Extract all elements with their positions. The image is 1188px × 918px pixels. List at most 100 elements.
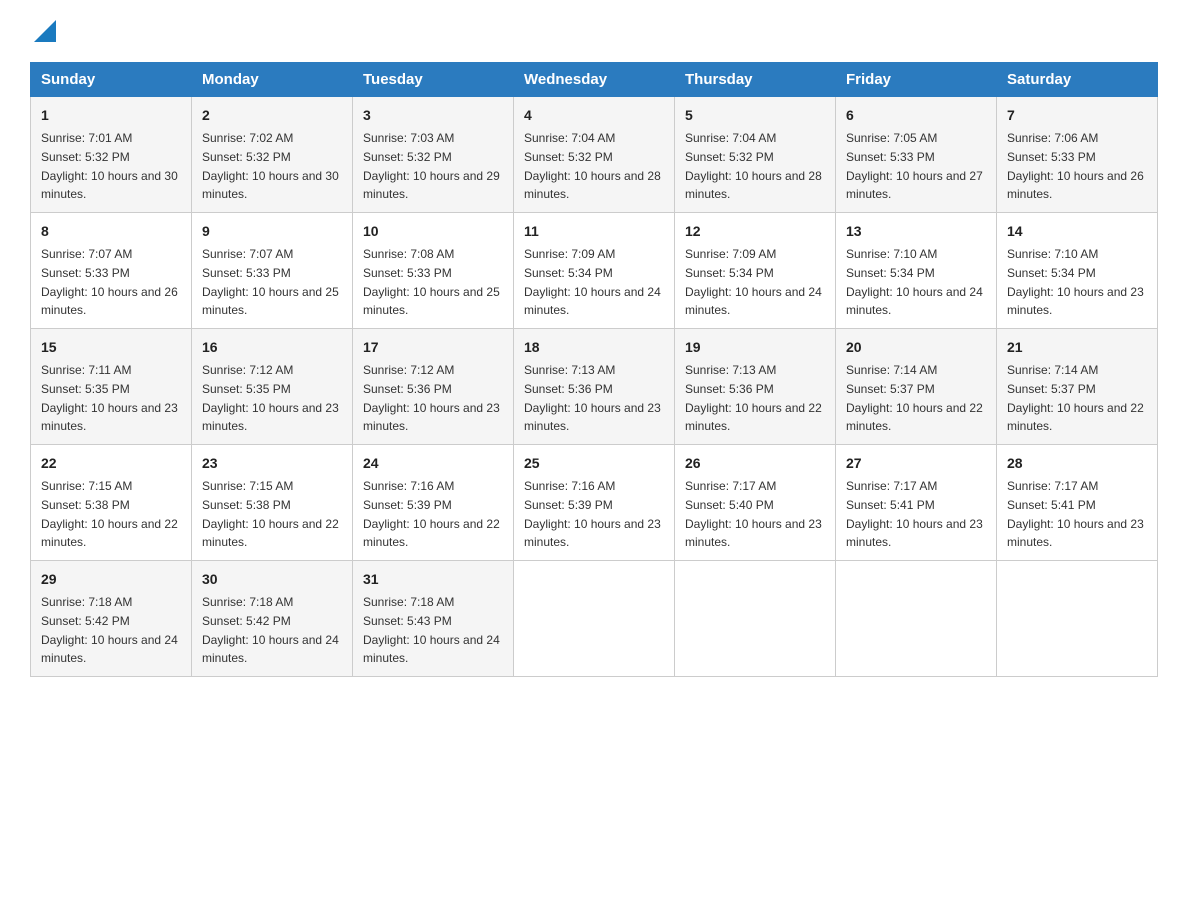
calendar-cell [675,561,836,677]
calendar-cell: 22 Sunrise: 7:15 AMSunset: 5:38 PMDaylig… [31,445,192,561]
day-header-friday: Friday [836,63,997,97]
day-info: Sunrise: 7:08 AMSunset: 5:33 PMDaylight:… [363,247,500,317]
day-number: 30 [202,569,342,590]
calendar-cell: 23 Sunrise: 7:15 AMSunset: 5:38 PMDaylig… [192,445,353,561]
calendar-cell: 4 Sunrise: 7:04 AMSunset: 5:32 PMDayligh… [514,97,675,213]
day-info: Sunrise: 7:18 AMSunset: 5:42 PMDaylight:… [41,595,178,665]
day-info: Sunrise: 7:10 AMSunset: 5:34 PMDaylight:… [1007,247,1144,317]
calendar-week-row: 29 Sunrise: 7:18 AMSunset: 5:42 PMDaylig… [31,561,1158,677]
calendar-cell: 27 Sunrise: 7:17 AMSunset: 5:41 PMDaylig… [836,445,997,561]
day-info: Sunrise: 7:01 AMSunset: 5:32 PMDaylight:… [41,131,178,201]
day-info: Sunrise: 7:09 AMSunset: 5:34 PMDaylight:… [524,247,661,317]
calendar-cell: 1 Sunrise: 7:01 AMSunset: 5:32 PMDayligh… [31,97,192,213]
calendar-week-row: 22 Sunrise: 7:15 AMSunset: 5:38 PMDaylig… [31,445,1158,561]
calendar-header-row: SundayMondayTuesdayWednesdayThursdayFrid… [31,63,1158,97]
page-header [30,20,1158,42]
day-number: 16 [202,337,342,358]
day-header-sunday: Sunday [31,63,192,97]
logo [30,20,60,42]
day-number: 14 [1007,221,1147,242]
calendar-cell: 7 Sunrise: 7:06 AMSunset: 5:33 PMDayligh… [997,97,1158,213]
calendar-week-row: 15 Sunrise: 7:11 AMSunset: 5:35 PMDaylig… [31,329,1158,445]
day-number: 11 [524,221,664,242]
day-info: Sunrise: 7:03 AMSunset: 5:32 PMDaylight:… [363,131,500,201]
day-info: Sunrise: 7:07 AMSunset: 5:33 PMDaylight:… [202,247,339,317]
day-info: Sunrise: 7:04 AMSunset: 5:32 PMDaylight:… [524,131,661,201]
calendar-cell: 5 Sunrise: 7:04 AMSunset: 5:32 PMDayligh… [675,97,836,213]
day-number: 24 [363,453,503,474]
calendar-table: SundayMondayTuesdayWednesdayThursdayFrid… [30,62,1158,677]
calendar-cell: 16 Sunrise: 7:12 AMSunset: 5:35 PMDaylig… [192,329,353,445]
calendar-cell: 10 Sunrise: 7:08 AMSunset: 5:33 PMDaylig… [353,213,514,329]
day-info: Sunrise: 7:13 AMSunset: 5:36 PMDaylight:… [685,363,822,433]
day-number: 7 [1007,105,1147,126]
day-info: Sunrise: 7:16 AMSunset: 5:39 PMDaylight:… [524,479,661,549]
calendar-cell [836,561,997,677]
day-number: 28 [1007,453,1147,474]
day-info: Sunrise: 7:09 AMSunset: 5:34 PMDaylight:… [685,247,822,317]
day-number: 5 [685,105,825,126]
day-number: 20 [846,337,986,358]
day-number: 2 [202,105,342,126]
day-number: 4 [524,105,664,126]
day-info: Sunrise: 7:07 AMSunset: 5:33 PMDaylight:… [41,247,178,317]
calendar-cell: 14 Sunrise: 7:10 AMSunset: 5:34 PMDaylig… [997,213,1158,329]
calendar-cell: 25 Sunrise: 7:16 AMSunset: 5:39 PMDaylig… [514,445,675,561]
day-info: Sunrise: 7:12 AMSunset: 5:36 PMDaylight:… [363,363,500,433]
day-header-thursday: Thursday [675,63,836,97]
day-header-saturday: Saturday [997,63,1158,97]
day-info: Sunrise: 7:10 AMSunset: 5:34 PMDaylight:… [846,247,983,317]
day-info: Sunrise: 7:02 AMSunset: 5:32 PMDaylight:… [202,131,339,201]
day-info: Sunrise: 7:15 AMSunset: 5:38 PMDaylight:… [202,479,339,549]
calendar-cell: 13 Sunrise: 7:10 AMSunset: 5:34 PMDaylig… [836,213,997,329]
day-number: 9 [202,221,342,242]
day-info: Sunrise: 7:17 AMSunset: 5:40 PMDaylight:… [685,479,822,549]
day-header-tuesday: Tuesday [353,63,514,97]
calendar-cell: 17 Sunrise: 7:12 AMSunset: 5:36 PMDaylig… [353,329,514,445]
day-info: Sunrise: 7:11 AMSunset: 5:35 PMDaylight:… [41,363,178,433]
day-info: Sunrise: 7:18 AMSunset: 5:43 PMDaylight:… [363,595,500,665]
calendar-cell: 26 Sunrise: 7:17 AMSunset: 5:40 PMDaylig… [675,445,836,561]
calendar-cell: 8 Sunrise: 7:07 AMSunset: 5:33 PMDayligh… [31,213,192,329]
day-number: 18 [524,337,664,358]
calendar-cell: 18 Sunrise: 7:13 AMSunset: 5:36 PMDaylig… [514,329,675,445]
calendar-cell: 29 Sunrise: 7:18 AMSunset: 5:42 PMDaylig… [31,561,192,677]
day-number: 29 [41,569,181,590]
day-info: Sunrise: 7:17 AMSunset: 5:41 PMDaylight:… [846,479,983,549]
calendar-cell: 30 Sunrise: 7:18 AMSunset: 5:42 PMDaylig… [192,561,353,677]
calendar-cell: 11 Sunrise: 7:09 AMSunset: 5:34 PMDaylig… [514,213,675,329]
calendar-week-row: 1 Sunrise: 7:01 AMSunset: 5:32 PMDayligh… [31,97,1158,213]
day-header-monday: Monday [192,63,353,97]
day-header-wednesday: Wednesday [514,63,675,97]
day-info: Sunrise: 7:17 AMSunset: 5:41 PMDaylight:… [1007,479,1144,549]
calendar-cell: 3 Sunrise: 7:03 AMSunset: 5:32 PMDayligh… [353,97,514,213]
calendar-cell: 19 Sunrise: 7:13 AMSunset: 5:36 PMDaylig… [675,329,836,445]
day-number: 25 [524,453,664,474]
calendar-cell: 31 Sunrise: 7:18 AMSunset: 5:43 PMDaylig… [353,561,514,677]
day-info: Sunrise: 7:06 AMSunset: 5:33 PMDaylight:… [1007,131,1144,201]
day-number: 27 [846,453,986,474]
calendar-cell: 6 Sunrise: 7:05 AMSunset: 5:33 PMDayligh… [836,97,997,213]
day-number: 26 [685,453,825,474]
day-number: 1 [41,105,181,126]
day-info: Sunrise: 7:12 AMSunset: 5:35 PMDaylight:… [202,363,339,433]
calendar-cell: 21 Sunrise: 7:14 AMSunset: 5:37 PMDaylig… [997,329,1158,445]
day-number: 6 [846,105,986,126]
calendar-cell: 12 Sunrise: 7:09 AMSunset: 5:34 PMDaylig… [675,213,836,329]
day-number: 17 [363,337,503,358]
calendar-cell: 15 Sunrise: 7:11 AMSunset: 5:35 PMDaylig… [31,329,192,445]
day-info: Sunrise: 7:04 AMSunset: 5:32 PMDaylight:… [685,131,822,201]
day-number: 22 [41,453,181,474]
logo-triangle-icon [34,20,56,42]
calendar-cell [514,561,675,677]
calendar-cell: 2 Sunrise: 7:02 AMSunset: 5:32 PMDayligh… [192,97,353,213]
day-info: Sunrise: 7:14 AMSunset: 5:37 PMDaylight:… [846,363,983,433]
calendar-cell [997,561,1158,677]
day-info: Sunrise: 7:15 AMSunset: 5:38 PMDaylight:… [41,479,178,549]
day-number: 13 [846,221,986,242]
day-number: 21 [1007,337,1147,358]
day-number: 31 [363,569,503,590]
day-info: Sunrise: 7:05 AMSunset: 5:33 PMDaylight:… [846,131,983,201]
day-number: 10 [363,221,503,242]
calendar-cell: 20 Sunrise: 7:14 AMSunset: 5:37 PMDaylig… [836,329,997,445]
